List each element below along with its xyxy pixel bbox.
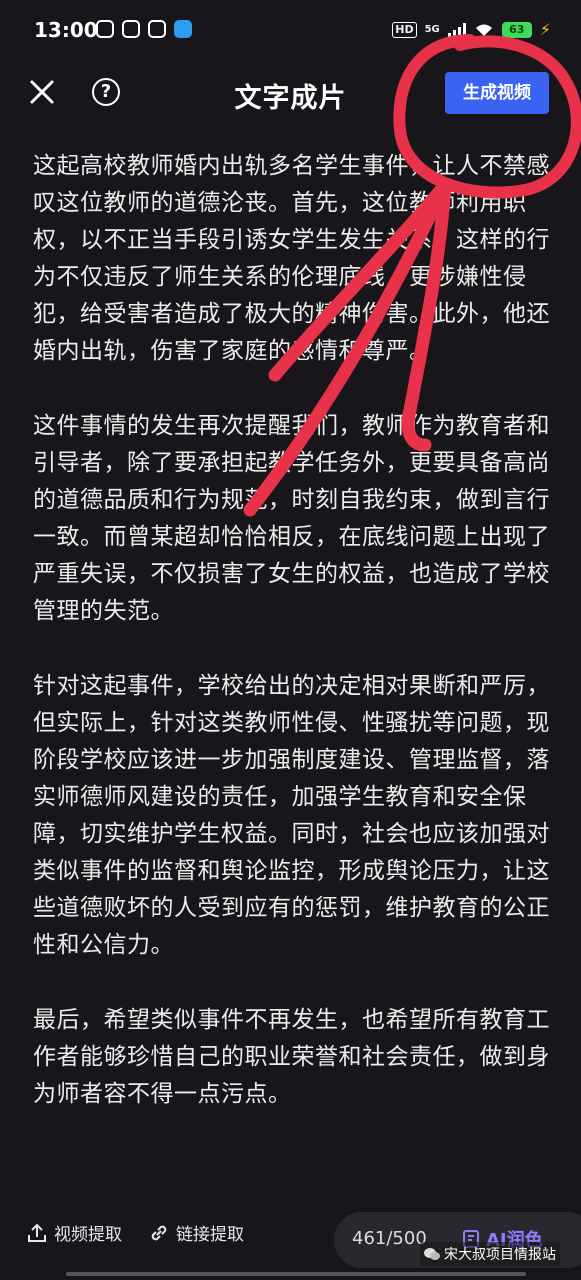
home-indicator[interactable] <box>66 1272 526 1276</box>
header: ? 文字成片 生成视频 <box>0 64 581 124</box>
article-text-area[interactable]: 这起高校教师婚内出轨多名学生事件，让人不禁感叹这位教师的道德沦丧。首先，这位教师… <box>33 148 553 1151</box>
watermark-text: 宋大叔项目情报站 <box>444 1247 556 1263</box>
video-extract-button[interactable]: 视频提取 <box>26 1220 122 1245</box>
link-icon <box>151 1225 167 1240</box>
wifi-icon <box>475 24 492 36</box>
generate-video-button[interactable]: 生成视频 <box>445 72 549 114</box>
video-extract-label: 视频提取 <box>54 1225 122 1245</box>
help-icon[interactable]: ? <box>92 78 120 106</box>
charging-icon: ⚡ <box>539 20 551 39</box>
link-extract-button[interactable]: 链接提取 <box>148 1220 244 1245</box>
wechat-icon <box>424 1248 440 1260</box>
battery-icon: 63 <box>501 21 532 38</box>
app-notification-icon <box>96 20 114 38</box>
article-paragraph: 最后，希望类似事件不再发生，也希望所有教育工作者能够珍惜自己的职业荣誉和社会责任… <box>33 1007 550 1107</box>
close-icon[interactable] <box>28 78 56 106</box>
signal-icon <box>447 22 466 38</box>
link-extract-label: 链接提取 <box>176 1225 244 1245</box>
network-type: 5G <box>424 23 440 35</box>
gallery-notification-icon <box>122 20 140 38</box>
hd-voice-icon: HD <box>392 21 417 38</box>
article-paragraph: 这件事情的发生再次提醒我们，教师作为教育者和引导者，除了要承担起教学任务外，更要… <box>33 413 550 624</box>
bottom-toolbar: 视频提取 链接提取 461/500 AI润色 宋大叔项目情报站 <box>0 1212 581 1280</box>
article-paragraph: 这起高校教师婚内出轨多名学生事件，让人不禁感叹这位教师的道德沦丧。首先，这位教师… <box>33 153 550 364</box>
article-paragraph: 针对这起事件，学校给出的决定相对果断和严厉，但实际上，针对这类教师性侵、性骚扰等… <box>33 673 550 958</box>
wechat-watermark: 宋大叔项目情报站 <box>420 1242 560 1266</box>
message-notification-icon <box>174 20 192 38</box>
status-right: HD 5G 63 ⚡ <box>392 20 551 39</box>
cloud-notification-icon <box>148 20 166 38</box>
status-bar: 13:00 HD 5G 63 ⚡ <box>0 0 581 64</box>
status-time: 13:00 <box>34 18 98 42</box>
notification-icons <box>96 20 192 38</box>
character-counter: 461/500 <box>352 1228 427 1249</box>
upload-icon <box>28 1223 46 1242</box>
